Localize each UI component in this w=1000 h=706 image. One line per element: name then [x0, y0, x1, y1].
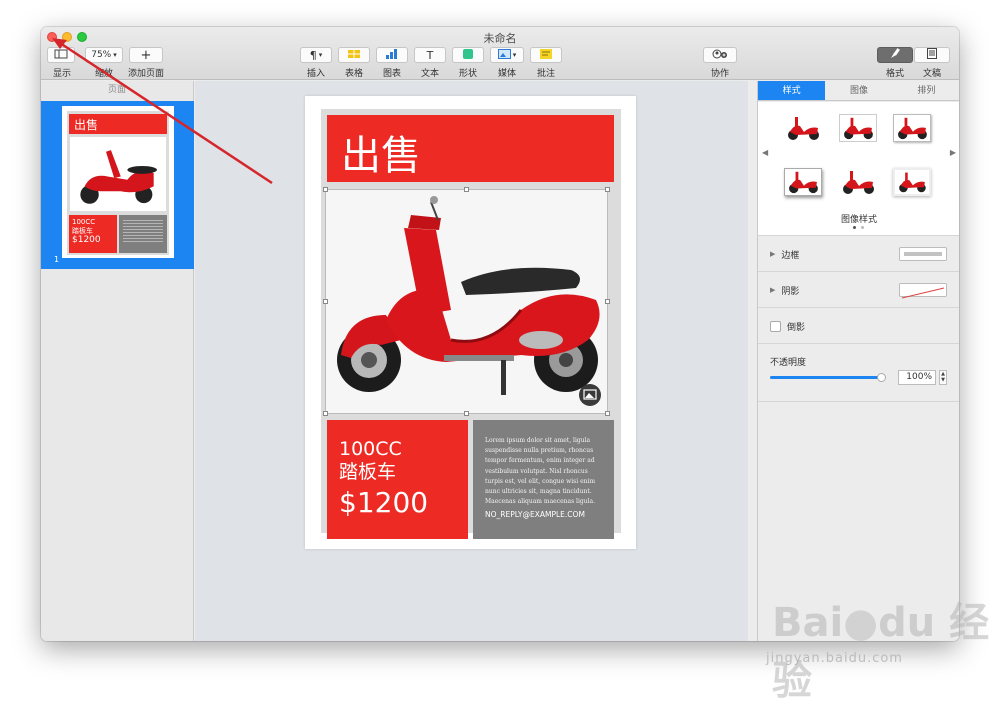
baidu-watermark-url: jingyan.baidu.com [766, 651, 903, 666]
baidu-watermark-logo: Bai●du 经验 [772, 600, 990, 704]
